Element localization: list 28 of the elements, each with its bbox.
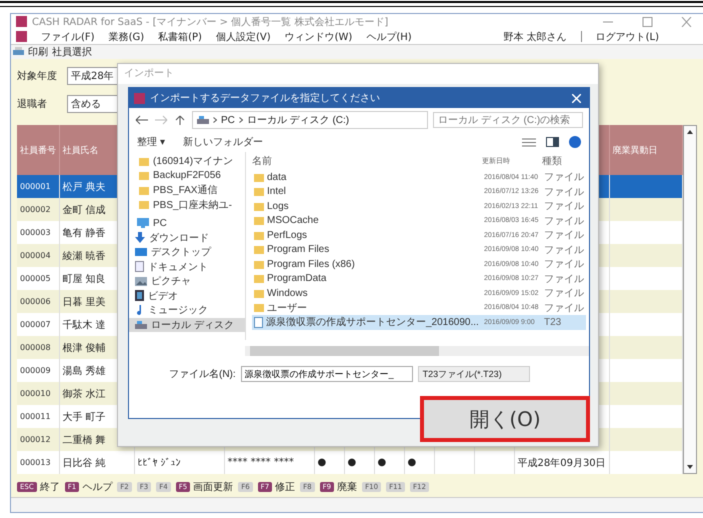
table-cell: 000006 xyxy=(17,290,59,313)
table-cell: 000012 xyxy=(17,428,59,451)
table-cell: ● xyxy=(344,451,374,474)
table-cell: 000001 xyxy=(17,175,59,198)
table-cell: 000011 xyxy=(17,405,59,428)
table-cell: ● xyxy=(374,451,404,474)
table-cell: 平成28年09月30日 xyxy=(514,451,610,474)
table-cell: 000004 xyxy=(17,244,59,267)
table-cell: 000002 xyxy=(17,198,59,221)
table-cell: 000008 xyxy=(17,336,59,359)
table-cell: ● xyxy=(404,451,434,474)
field-label: ファイル名(N): xyxy=(169,368,236,381)
field-label: 対象年度 xyxy=(17,70,58,83)
table-cell: 000010 xyxy=(17,382,59,405)
dialog-title: インポート xyxy=(118,64,598,84)
window-title: CASH RADAR for SaaS - [マイナンバー > 個人番号一覧 株式会社エルモード] xyxy=(32,16,388,29)
table-cell: **** **** **** xyxy=(224,451,314,474)
dialog-title: インポートするデータファイルを指定してください xyxy=(150,92,380,105)
table-cell: 000005 xyxy=(17,267,59,290)
table-cell: 日比谷 純 xyxy=(59,451,134,474)
table-cell: ● xyxy=(314,451,344,474)
table-cell: 000003 xyxy=(17,221,59,244)
table-cell: 000007 xyxy=(17,313,59,336)
table-cell: 000009 xyxy=(17,359,59,382)
table-cell: ﾋﾋﾞﾔ ｼﾞｭﾝ xyxy=(134,451,224,474)
field-label: 退職者 xyxy=(17,98,48,111)
table-cell: 000013 xyxy=(17,451,59,474)
user-name: 野本 太郎さん xyxy=(503,30,567,44)
